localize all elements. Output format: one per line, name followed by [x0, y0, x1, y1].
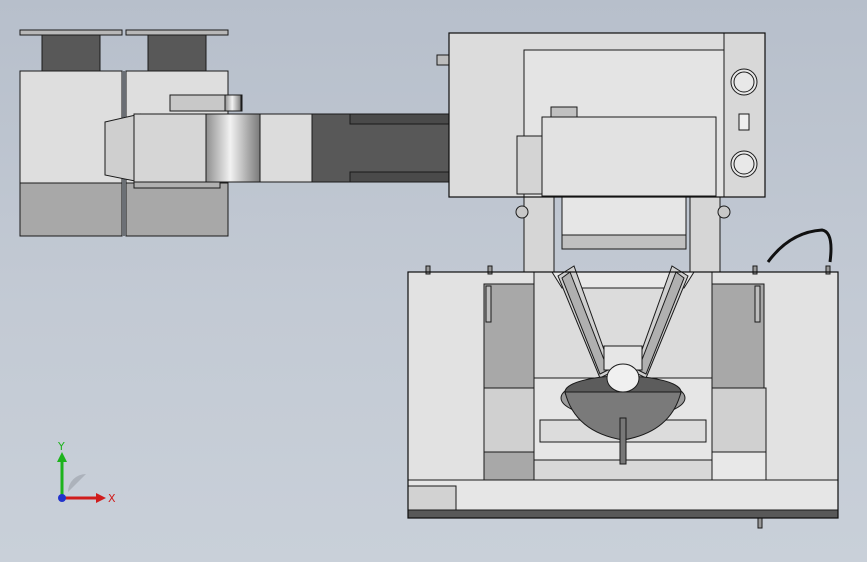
triad-arc	[68, 474, 86, 492]
cad-model-view[interactable]	[0, 0, 867, 562]
z-axis-dot-icon	[58, 494, 66, 502]
delta-frame	[515, 196, 731, 273]
axis-triad: Y X	[57, 440, 116, 505]
x-axis-label: X	[108, 492, 116, 505]
y-axis-arrow-icon	[57, 452, 67, 462]
cable-hose	[766, 228, 833, 263]
y-axis-label: Y	[57, 440, 65, 453]
x-axis-arrow-icon	[96, 493, 106, 503]
main-housing	[436, 32, 766, 198]
